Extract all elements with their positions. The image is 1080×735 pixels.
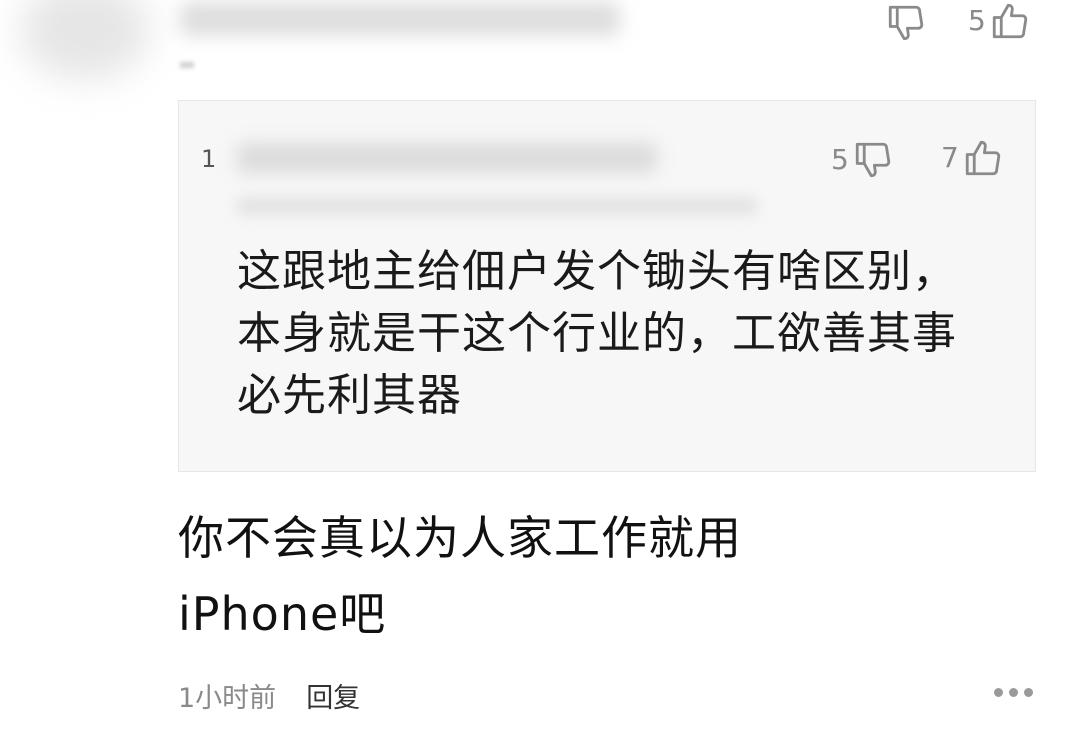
thumbs-down-icon: [851, 139, 895, 181]
quoted-reply[interactable]: 1 5 7 这跟地主给佃户发个锄头有啥区别，本身就是干这个行业的，工欲善其事 必…: [178, 100, 1036, 472]
reply-meta: 1小时前 回复: [178, 676, 360, 715]
like-button[interactable]: 5: [968, 0, 1032, 42]
quoted-username[interactable]: [237, 143, 657, 173]
dot: [994, 688, 1003, 697]
avatar[interactable]: [20, 0, 150, 80]
quoted-reply-text: 这跟地主给佃户发个锄头有啥区别，本身就是干这个行业的，工欲善其事 必先利其器: [237, 246, 957, 421]
dot: [1024, 688, 1033, 697]
reply-button[interactable]: 回复: [306, 676, 360, 715]
timestamp: 1小时前: [178, 683, 277, 714]
reply-index: 1: [201, 145, 217, 173]
quoted-user-meta: [237, 197, 757, 215]
quoted-like-count: 7: [941, 141, 959, 174]
more-dots-icon[interactable]: [994, 688, 1033, 697]
quoted-like-button[interactable]: 7: [941, 137, 1005, 179]
thumbs-down-icon: [884, 2, 928, 44]
thumbs-up-icon: [988, 0, 1032, 42]
reply-text: 你不会真以为人家工作就用iPhone吧: [178, 511, 742, 641]
dislike-button[interactable]: [884, 2, 928, 44]
quoted-dislike-count: 5: [831, 143, 849, 176]
comment-thread: 5 1 5 7 这跟地主给佃户发个锄头有啥区别，本身就是干这个行业的，工欲善其事…: [0, 0, 1080, 735]
username[interactable]: [180, 2, 620, 36]
like-count: 5: [968, 4, 986, 37]
dot: [1009, 688, 1018, 697]
user-meta: [180, 62, 194, 68]
quoted-dislike-button[interactable]: 5: [831, 139, 895, 181]
thumbs-up-icon: [961, 137, 1005, 179]
